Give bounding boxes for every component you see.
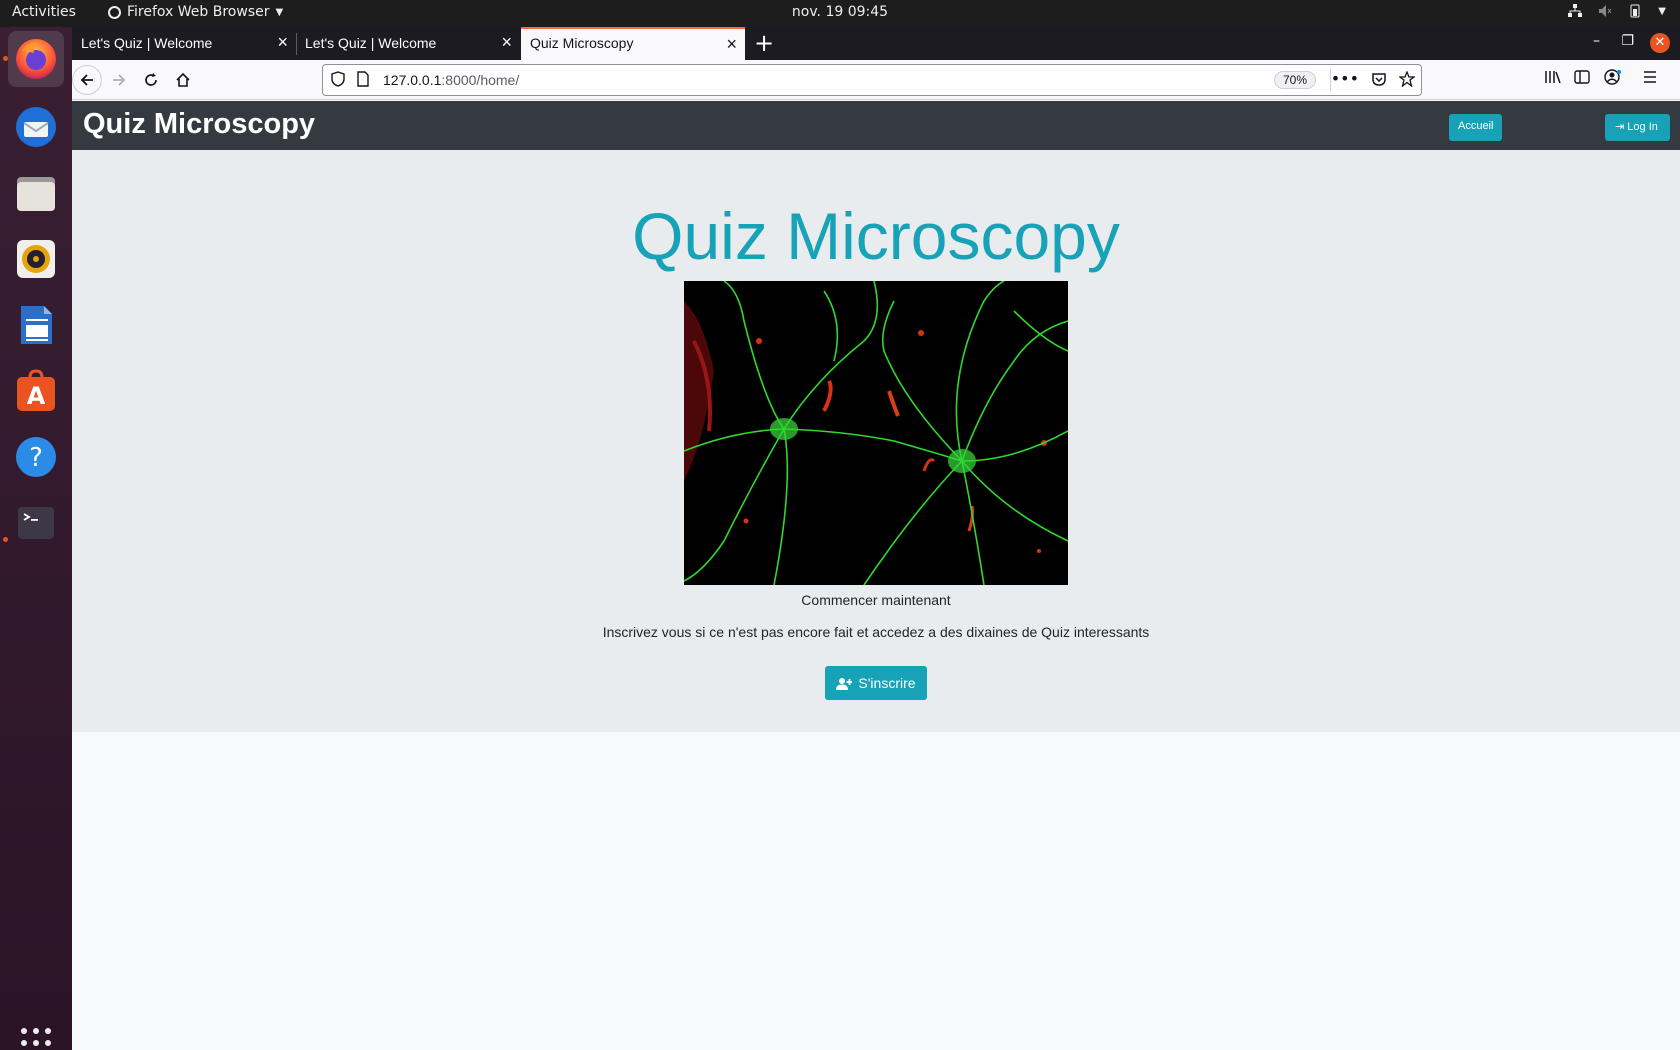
account-icon[interactable] bbox=[1604, 69, 1622, 89]
page-info-icon[interactable] bbox=[357, 71, 369, 91]
running-indicator bbox=[3, 56, 8, 61]
hero-title: Quiz Microscopy bbox=[632, 199, 1120, 273]
signup-button[interactable]: S'inscrire bbox=[825, 666, 927, 700]
zoom-indicator[interactable]: 70% bbox=[1273, 71, 1316, 89]
tab-close-icon[interactable]: × bbox=[501, 33, 512, 51]
url-host: 127.0.0.1 bbox=[383, 72, 442, 88]
thunderbird-icon bbox=[16, 107, 56, 147]
home-icon bbox=[176, 72, 190, 87]
system-top-bar: Activities Firefox Web Browser ▼ nov. 19… bbox=[0, 0, 1680, 27]
clock[interactable]: nov. 19 09:45 bbox=[792, 4, 888, 20]
tab-lets-quiz-1[interactable]: Let's Quiz | Welcome × bbox=[72, 27, 296, 60]
address-bar[interactable]: 127.0.0.1:8000/home/ 70% ••• bbox=[322, 64, 1422, 96]
page-actions-icon[interactable]: ••• bbox=[1331, 69, 1359, 88]
app-menu-label: Firefox Web Browser bbox=[127, 4, 270, 20]
back-button[interactable] bbox=[72, 65, 102, 95]
site-navbar: Quiz Microscopy Accueil ⇥ Log In bbox=[72, 101, 1680, 150]
tab-close-icon[interactable]: × bbox=[726, 35, 737, 53]
tab-quiz-microscopy[interactable]: Quiz Microscopy × bbox=[521, 27, 745, 60]
shield-icon[interactable] bbox=[331, 71, 345, 91]
tab-close-icon[interactable]: × bbox=[277, 33, 288, 51]
running-indicator bbox=[3, 537, 8, 542]
svg-text:A: A bbox=[27, 382, 46, 410]
signup-label: S'inscrire bbox=[858, 675, 916, 691]
dock-rhythmbox[interactable] bbox=[8, 231, 64, 287]
forward-button[interactable] bbox=[104, 65, 134, 95]
hamburger-menu-icon[interactable] bbox=[1642, 69, 1658, 89]
restore-icon[interactable]: ❐ bbox=[1621, 33, 1634, 49]
svg-text:?: ? bbox=[29, 443, 43, 473]
back-arrow-icon bbox=[80, 74, 93, 86]
window-close-icon[interactable]: ✕ bbox=[1650, 33, 1670, 53]
volume-muted-icon bbox=[1598, 4, 1612, 18]
login-button[interactable]: ⇥ Log In bbox=[1605, 114, 1670, 141]
system-menu-caret-icon: ▼ bbox=[1658, 5, 1666, 17]
lead-text: Inscrivez vous si ce n'est pas encore fa… bbox=[602, 624, 1150, 640]
pocket-icon[interactable] bbox=[1371, 71, 1387, 91]
bookmark-star-icon[interactable] bbox=[1398, 70, 1416, 91]
activities-button[interactable]: Activities bbox=[12, 4, 76, 20]
dock-files[interactable] bbox=[8, 165, 64, 221]
network-icon bbox=[1568, 4, 1583, 18]
libreoffice-writer-icon bbox=[21, 306, 52, 344]
rhythmbox-speaker-icon bbox=[17, 240, 55, 278]
accueil-button[interactable]: Accueil bbox=[1449, 114, 1503, 141]
ubuntu-software-icon: A bbox=[17, 369, 55, 411]
sign-in-icon: ⇥ bbox=[1615, 121, 1625, 133]
dock-software[interactable]: A bbox=[8, 363, 64, 419]
dock-terminal[interactable] bbox=[8, 495, 64, 551]
site-brand[interactable]: Quiz Microscopy bbox=[83, 108, 315, 141]
image-caption: Commencer maintenant bbox=[801, 592, 951, 608]
terminal-icon bbox=[18, 507, 54, 539]
system-tray[interactable]: ▼ bbox=[1568, 4, 1666, 18]
tab-strip: Let's Quiz | Welcome × Let's Quiz | Welc… bbox=[72, 27, 1680, 60]
home-button[interactable] bbox=[168, 65, 198, 95]
dock-help[interactable]: ? bbox=[8, 429, 64, 485]
url-path: :8000/home/ bbox=[441, 72, 520, 88]
url-text[interactable]: 127.0.0.1:8000/home/ bbox=[383, 72, 519, 88]
dock-thunderbird[interactable] bbox=[8, 99, 64, 155]
jumbotron: Quiz Microscopy Commencer maintenant Ins… bbox=[72, 150, 1680, 732]
tab-title: Let's Quiz | Welcome bbox=[305, 35, 437, 51]
show-applications-icon[interactable] bbox=[21, 1028, 51, 1050]
files-folder-icon bbox=[17, 177, 55, 211]
firefox-icon bbox=[16, 39, 56, 79]
navigation-toolbar: 127.0.0.1:8000/home/ 70% ••• bbox=[72, 60, 1680, 100]
user-plus-icon bbox=[836, 677, 853, 690]
caret-down-icon: ▼ bbox=[275, 6, 284, 18]
tab-title: Quiz Microscopy bbox=[530, 35, 634, 51]
reload-icon bbox=[145, 73, 157, 86]
dock-writer[interactable] bbox=[8, 297, 64, 353]
web-page: Quiz Microscopy Accueil ⇥ Log In Quiz Mi… bbox=[72, 101, 1680, 1050]
help-question-icon: ? bbox=[16, 437, 56, 477]
battery-icon bbox=[1628, 4, 1642, 18]
sidebar-icon[interactable] bbox=[1574, 69, 1590, 89]
dock-firefox[interactable] bbox=[8, 31, 64, 87]
library-icon[interactable] bbox=[1544, 69, 1562, 89]
new-tab-button[interactable]: + bbox=[754, 29, 774, 57]
minimize-icon[interactable]: – bbox=[1593, 33, 1600, 49]
app-menu[interactable]: Firefox Web Browser ▼ bbox=[108, 4, 283, 20]
ubuntu-dock: A ? bbox=[0, 27, 72, 1050]
reload-button[interactable] bbox=[136, 65, 166, 95]
login-label: Log In bbox=[1627, 121, 1658, 133]
tab-title: Let's Quiz | Welcome bbox=[81, 35, 213, 51]
neuron-microscopy-image bbox=[684, 281, 1068, 585]
firefox-window: Let's Quiz | Welcome × Let's Quiz | Welc… bbox=[72, 27, 1680, 1050]
forward-arrow-icon bbox=[113, 74, 126, 86]
tab-lets-quiz-2[interactable]: Let's Quiz | Welcome × bbox=[296, 27, 520, 60]
firefox-small-icon bbox=[108, 5, 121, 19]
